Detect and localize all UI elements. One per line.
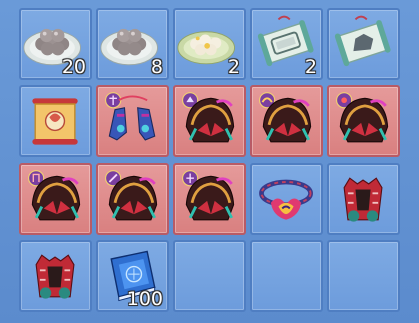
item-quantity: 8 (150, 56, 163, 78)
red-banner-scroll-icon (32, 98, 78, 145)
red-armor-vest-icon (35, 254, 75, 299)
dragon-helmet-icon (182, 92, 235, 143)
inventory-slot-2[interactable]: 8 (96, 8, 169, 80)
dragon-helmet-icon (105, 170, 158, 221)
dragon-helmet-icon (28, 170, 81, 221)
inventory-slot-6[interactable] (19, 85, 92, 157)
inventory-slot-7[interactable] (96, 85, 169, 157)
inventory-slot-20[interactable] (327, 240, 400, 312)
inventory-slot-13[interactable] (173, 163, 246, 235)
flame-crown-icon (259, 179, 313, 220)
inventory-slot-19[interactable] (250, 240, 323, 312)
inventory-slot-8[interactable] (173, 85, 246, 157)
dragon-helmet-icon (336, 92, 389, 143)
inventory-slot-10[interactable] (327, 85, 400, 157)
inventory-slot-11[interactable] (19, 163, 92, 235)
inventory-slot-12[interactable] (96, 163, 169, 235)
inventory-slot-5[interactable] (327, 8, 400, 80)
red-armor-vest-icon (343, 177, 383, 222)
scroll-blueprint-icon (334, 15, 391, 67)
inventory-slot-15[interactable] (327, 163, 400, 235)
inventory-slot-1[interactable]: 20 (19, 8, 92, 80)
inventory-slot-14[interactable] (250, 163, 323, 235)
dragon-helmet-icon (182, 170, 235, 221)
inventory-slot-16[interactable] (19, 240, 92, 312)
inventory-slot-4[interactable]: 2 (250, 8, 323, 80)
inventory-slot-17[interactable]: 100 (96, 240, 169, 312)
item-quantity: 100 (126, 288, 163, 310)
inventory-slot-18[interactable] (173, 240, 246, 312)
item-quantity: 2 (304, 56, 317, 78)
blue-armor-boots-icon (105, 92, 156, 141)
inventory-grid: 20 8 2 2 100 (0, 0, 419, 323)
inventory-slot-3[interactable]: 2 (173, 8, 246, 80)
item-quantity: 2 (227, 56, 240, 78)
dragon-helmet-icon (259, 92, 312, 143)
inventory-slot-9[interactable] (250, 85, 323, 157)
item-quantity: 20 (61, 56, 86, 78)
